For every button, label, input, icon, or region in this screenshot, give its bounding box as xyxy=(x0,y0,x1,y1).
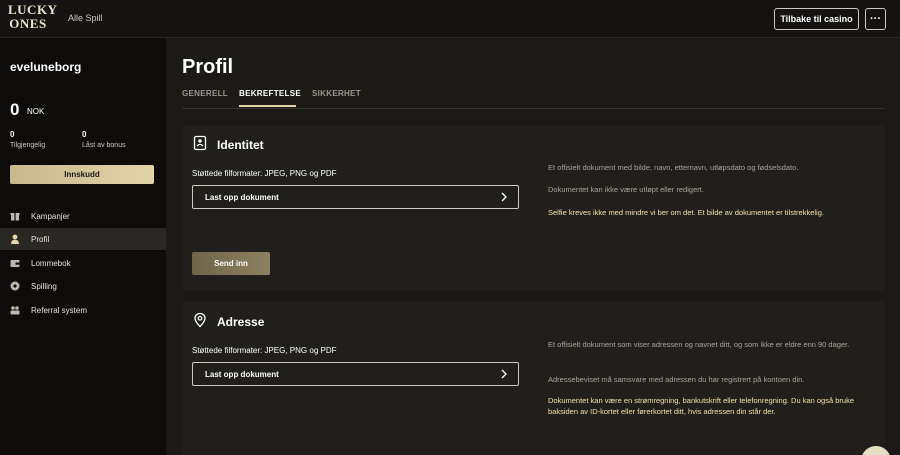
back-to-casino-button[interactable]: Tilbake til casino xyxy=(774,8,859,30)
upload-label: Last opp dokument xyxy=(205,369,279,379)
identity-submit-button[interactable]: Send inn xyxy=(192,252,270,275)
address-card: Adresse Støttede filformater: JPEG, PNG … xyxy=(182,301,885,455)
location-icon xyxy=(192,312,208,328)
sidebar-item-label: Lommebok xyxy=(31,258,71,268)
upload-label: Last opp dokument xyxy=(205,192,279,202)
sidebar-item-lommebok[interactable]: Lommebok xyxy=(0,252,166,274)
balance-currency: NOK xyxy=(27,107,45,116)
identity-title: Identitet xyxy=(217,138,264,152)
address-upload-button[interactable]: Last opp dokument xyxy=(192,362,519,386)
id-badge-icon xyxy=(192,135,208,151)
identity-info-3: Selfie kreves ikke med mindre vi ber om … xyxy=(548,208,824,217)
address-info-2: Adressebeviset må samsvare med adressen … xyxy=(548,375,805,384)
referral-icon xyxy=(10,305,20,315)
balance-amount: 0 xyxy=(10,100,20,119)
identity-card: Identitet Støttede filformater: JPEG, PN… xyxy=(182,125,885,291)
logo-line-2: ONES xyxy=(9,16,47,31)
identity-info-1: Et offisielt dokument med bilde, navn, e… xyxy=(548,163,799,172)
sidebar-item-kampanjer[interactable]: Kampanjer xyxy=(0,205,166,227)
available-label: Tilgjengelig xyxy=(10,142,46,149)
sidebar-item-label: Kampanjer xyxy=(31,211,70,221)
sidebar-item-label: Referral system xyxy=(31,305,88,315)
user-icon xyxy=(10,234,20,244)
address-info-1: Et offisielt dokument som viser adressen… xyxy=(548,340,850,349)
logo-line-1: LUCKY xyxy=(8,2,58,17)
identity-upload-button[interactable]: Last opp dokument xyxy=(192,185,519,209)
available-value: 0 xyxy=(10,130,15,139)
gaming-icon xyxy=(10,281,20,291)
nav-all-games-link[interactable]: Alle Spill xyxy=(68,13,103,23)
sidebar-item-label: Spilling xyxy=(31,281,57,291)
sidebar: eveluneborg 0 NOK 0 Tilgjengelig 0 Låst … xyxy=(0,38,166,455)
tab-sikkerhet[interactable]: SIKKERHET xyxy=(312,89,361,98)
chevron-right-icon xyxy=(499,191,509,203)
sidebar-item-label: Profil xyxy=(31,234,50,244)
identity-formats-text: Støttede filformater: JPEG, PNG og PDF xyxy=(192,169,337,178)
locked-bonus-label: Låst av bonus xyxy=(82,142,126,149)
top-bar: LUCKY ONES Alle Spill Tilbake til casino… xyxy=(0,0,900,38)
chevron-right-icon xyxy=(499,368,509,380)
sidebar-item-spilling[interactable]: Spilling xyxy=(0,275,166,297)
main-content: Profil GENERELL BEKREFTELSE SIKKERHET Id… xyxy=(166,38,900,455)
sidebar-item-profil[interactable]: Profil xyxy=(0,228,166,250)
active-tab-indicator xyxy=(239,105,296,107)
username: eveluneborg xyxy=(10,60,82,74)
gift-icon xyxy=(10,211,20,221)
address-info-3: Dokumentet kan være en strømregning, ban… xyxy=(548,396,854,416)
page-title: Profil xyxy=(182,56,234,78)
address-title: Adresse xyxy=(217,315,265,329)
more-dots-icon: ··· xyxy=(870,13,881,25)
lucky-ones-logo[interactable]: LUCKY ONES xyxy=(8,2,58,35)
sidebar-item-referral-system[interactable]: Referral system xyxy=(0,299,166,321)
tab-bekreftelse[interactable]: BEKREFTELSE xyxy=(239,89,301,98)
wallet-icon xyxy=(10,258,20,268)
deposit-button[interactable]: Innskudd xyxy=(10,165,154,184)
identity-info-2: Dokumentet kan ikke være utløpt eller re… xyxy=(548,185,704,194)
more-options-button[interactable]: ··· xyxy=(865,8,886,30)
tabs-divider xyxy=(182,108,885,109)
address-formats-text: Støttede filformater: JPEG, PNG og PDF xyxy=(192,346,337,355)
locked-bonus-value: 0 xyxy=(82,130,87,139)
tab-generell[interactable]: GENERELL xyxy=(182,89,228,98)
